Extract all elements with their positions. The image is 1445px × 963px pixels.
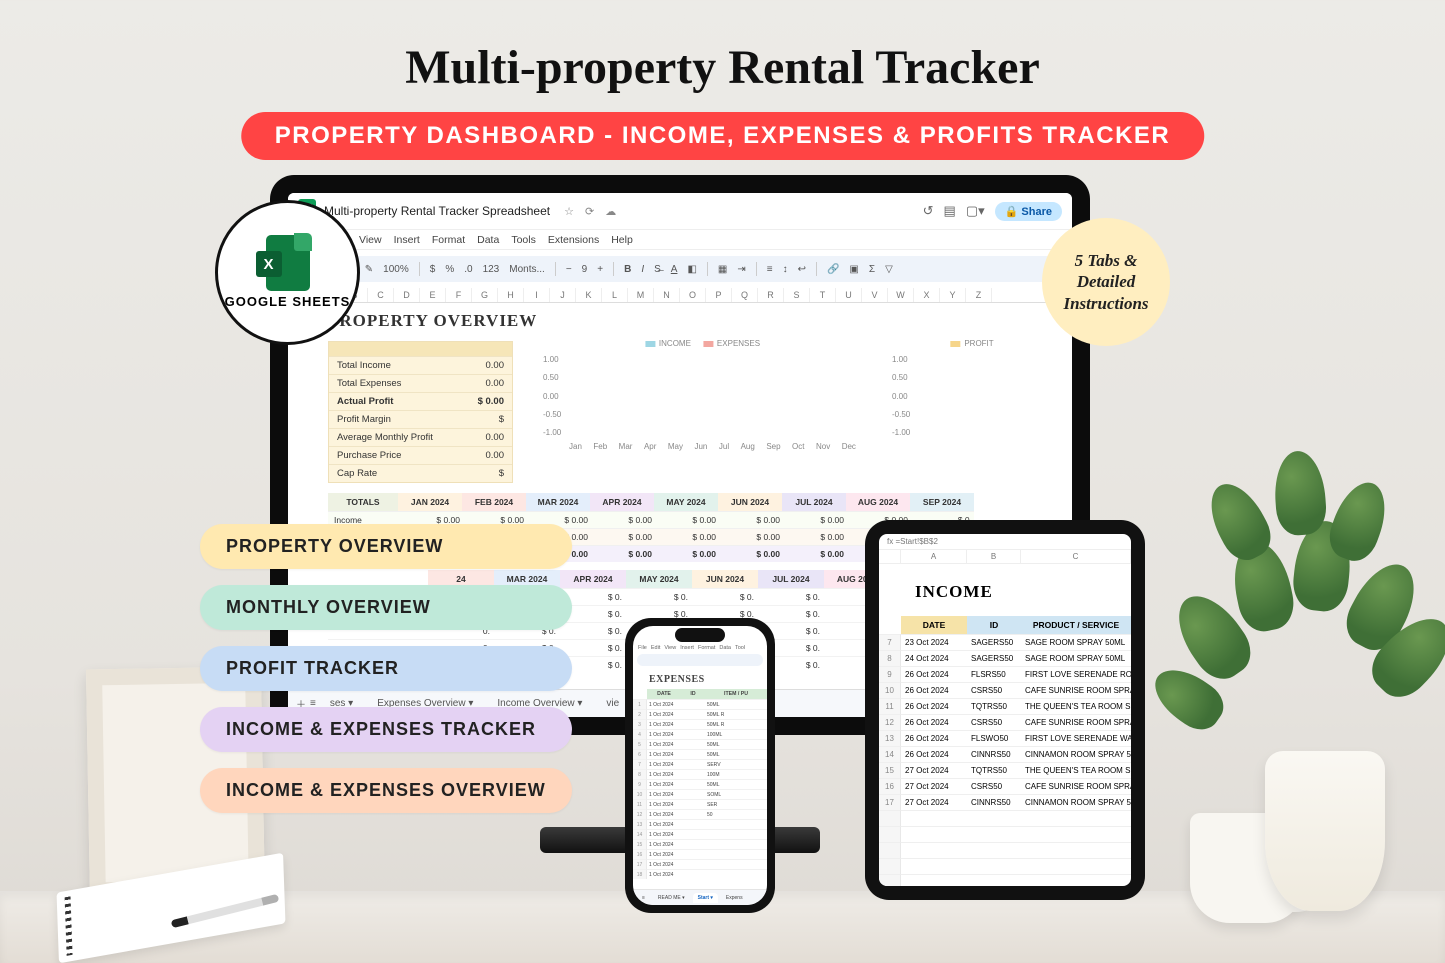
tablet-screen: fx =Start!$B$2 ABC INCOME DATEIDPRODUCT … (879, 534, 1131, 886)
menu-help[interactable]: Help (611, 234, 633, 246)
font-size[interactable]: 9 (582, 264, 588, 275)
phone-screen: FileEditViewInsertFormatDataTool EXPENSE… (633, 626, 767, 905)
menu-tools[interactable]: Tools (511, 234, 536, 246)
wrap-icon[interactable]: ↩ (798, 264, 806, 275)
bold-icon[interactable]: B (624, 264, 631, 275)
toolbar[interactable]: ↶ ↷ ⎙ ✎ 100% $ % .0 123 Monts... − 9 + B… (298, 256, 1062, 282)
fill-color-icon[interactable]: ◧ (687, 264, 696, 275)
doc-title[interactable]: Multi-property Rental Tracker Spreadshee… (324, 204, 550, 218)
expenses-title: EXPENSES (633, 668, 767, 689)
overview-title: PROPERTY OVERVIEW (328, 311, 1052, 331)
menu-insert[interactable]: Insert (394, 234, 420, 246)
phone-toolbar[interactable] (637, 654, 763, 666)
feature-pill: MONTHLY OVERVIEW (200, 585, 572, 630)
doc-status-icons: ☆ ⟳ ☁ (564, 205, 620, 218)
paint-icon[interactable]: ✎ (365, 264, 373, 275)
meet-icon[interactable]: ▢▾ (966, 203, 985, 219)
overview-summary-table: Total Income0.00Total Expenses0.00Actual… (328, 341, 513, 483)
tablet-mockup: fx =Start!$B$2 ABC INCOME DATEIDPRODUCT … (865, 520, 1145, 900)
income-title: INCOME (879, 564, 1131, 616)
italic-icon[interactable]: I (641, 264, 644, 275)
badge-tabs-instructions: 5 Tabs & Detailed Instructions (1042, 218, 1170, 346)
decimal-dec[interactable]: .0 (464, 264, 472, 275)
zoom-select[interactable]: 100% (383, 264, 409, 275)
page-subtitle: PROPERTY DASHBOARD - INCOME, EXPENSES & … (241, 112, 1204, 160)
filter-icon[interactable]: ▽ (885, 264, 893, 275)
profit-chart: PROFIT 1.000.500.00-0.50-1.00 (892, 341, 1052, 451)
insert-icon[interactable]: ▣ (849, 264, 858, 275)
functions-icon[interactable]: Σ (869, 264, 875, 275)
feature-pill: INCOME & EXPENSES TRACKER (200, 707, 572, 752)
menu-bar[interactable]: FileEditViewInsertFormatDataToolsExtensi… (288, 230, 1072, 250)
formula-bar[interactable]: fx =Start!$B$2 (879, 534, 1131, 550)
valign-icon[interactable]: ↕ (783, 264, 788, 275)
menu-format[interactable]: Format (432, 234, 465, 246)
phone-mockup: FileEditViewInsertFormatDataTool EXPENSE… (625, 618, 775, 913)
phone-sheet-tabs[interactable]: ≡READ ME ▾Start ▾Expens (633, 889, 767, 905)
font-select[interactable]: Monts... (509, 264, 545, 275)
income-expenses-chart: INCOME EXPENSES 1.000.500.00-0.50-1.00 J… (543, 341, 862, 451)
menu-data[interactable]: Data (477, 234, 499, 246)
merge-icon[interactable]: ⇥ (737, 264, 745, 275)
excel-sheets-icon (266, 235, 310, 291)
menu-view[interactable]: View (359, 234, 382, 246)
share-button[interactable]: 🔒 Share (995, 202, 1062, 221)
feature-pill: INCOME & EXPENSES OVERVIEW (200, 768, 572, 813)
badge-sheets-label: GOOGLE SHEETS (225, 295, 351, 309)
feature-pill: PROPERTY OVERVIEW (200, 524, 572, 569)
borders-icon[interactable]: ▦ (718, 264, 727, 275)
comments-icon[interactable]: ▤ (944, 203, 956, 219)
halign-icon[interactable]: ≡ (767, 264, 773, 275)
number-format[interactable]: 123 (483, 264, 500, 275)
history-icon[interactable]: ↺ (923, 203, 934, 219)
page-title: Multi-property Rental Tracker (0, 40, 1445, 95)
menu-extensions[interactable]: Extensions (548, 234, 599, 246)
feature-pills: PROPERTY OVERVIEW MONTHLY OVERVIEW PROFIT … (200, 524, 572, 813)
link-icon[interactable]: 🔗 (827, 264, 839, 275)
currency-format[interactable]: $ (430, 264, 436, 275)
feature-pill: PROFIT TRACKER (200, 646, 572, 691)
plant-vase (1225, 641, 1415, 911)
column-headers[interactable]: ABCDEFGHIJKLMNOPQRSTUVWXYZ (288, 288, 1072, 303)
strike-icon[interactable]: S̶ (654, 264, 661, 275)
badge-google-sheets: GOOGLE SHEETS (215, 200, 360, 345)
text-color-icon[interactable]: A (671, 264, 678, 275)
percent-format[interactable]: % (445, 264, 454, 275)
